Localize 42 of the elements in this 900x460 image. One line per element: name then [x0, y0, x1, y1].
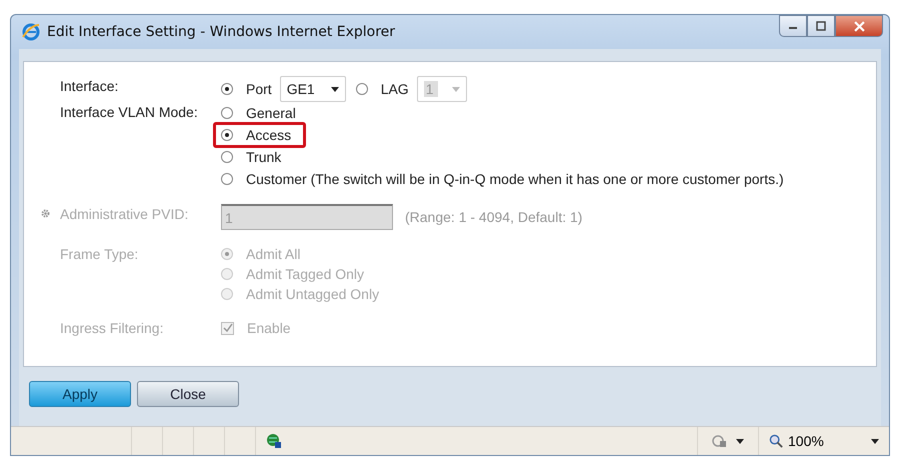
maximize-button[interactable] [807, 15, 835, 37]
lock-icon[interactable] [712, 433, 728, 449]
radio-button[interactable] [356, 83, 368, 95]
field-label: Frame Type: [60, 245, 138, 264]
option-label[interactable]: Port [246, 79, 272, 99]
caret-icon[interactable] [736, 438, 744, 444]
radio-button[interactable] [221, 129, 233, 141]
option-label: Admit Untagged Only [246, 285, 380, 304]
close-button[interactable]: Close [137, 381, 239, 407]
window-title: Edit Interface Setting - Windows Internet Explorer [47, 24, 396, 40]
caret-icon[interactable] [330, 86, 339, 92]
globe-logo-icon [21, 22, 41, 42]
maximize-icon[interactable] [816, 21, 826, 31]
caret-icon[interactable] [871, 438, 879, 444]
dropdown[interactable]: GE1 [280, 76, 346, 102]
close-button[interactable] [835, 15, 883, 37]
radio-button[interactable] [221, 83, 233, 95]
radio-button[interactable] [221, 151, 233, 163]
zoom-icon[interactable] [769, 434, 784, 448]
apply-button[interactable]: Apply [29, 381, 131, 407]
dropdown: 1 [416, 76, 467, 102]
range-hint: (Range: 1 - 4094, Default: 1) [405, 209, 582, 225]
minimize-button[interactable] [779, 15, 807, 37]
option-label[interactable]: Access [246, 125, 292, 145]
option-label[interactable]: Trunk [246, 147, 282, 167]
option-label: Admit All [246, 245, 300, 264]
pvid-field: 1 [221, 204, 393, 230]
option-label: Enable [247, 319, 291, 338]
option-label[interactable]: General [246, 103, 296, 123]
close-icon[interactable] [854, 20, 864, 32]
radio-button[interactable] [221, 173, 233, 185]
globe-icon [266, 433, 282, 449]
radio-button[interactable] [221, 107, 233, 119]
field-label: Administrative PVID: [60, 205, 188, 224]
option-label: Admit Tagged Only [246, 265, 364, 284]
field-label: Interface VLAN Mode: [60, 103, 198, 122]
field-label: Interface: [60, 77, 118, 96]
field-label: Ingress Filtering: [60, 319, 164, 338]
option-label[interactable]: LAG [380, 79, 409, 99]
option-label[interactable]: Customer (The switch will be in Q-in-Q mode when it has one or more customer ports.) [246, 169, 784, 189]
zoom-level[interactable]: 100% [788, 433, 824, 449]
gear-icon [40, 208, 51, 219]
